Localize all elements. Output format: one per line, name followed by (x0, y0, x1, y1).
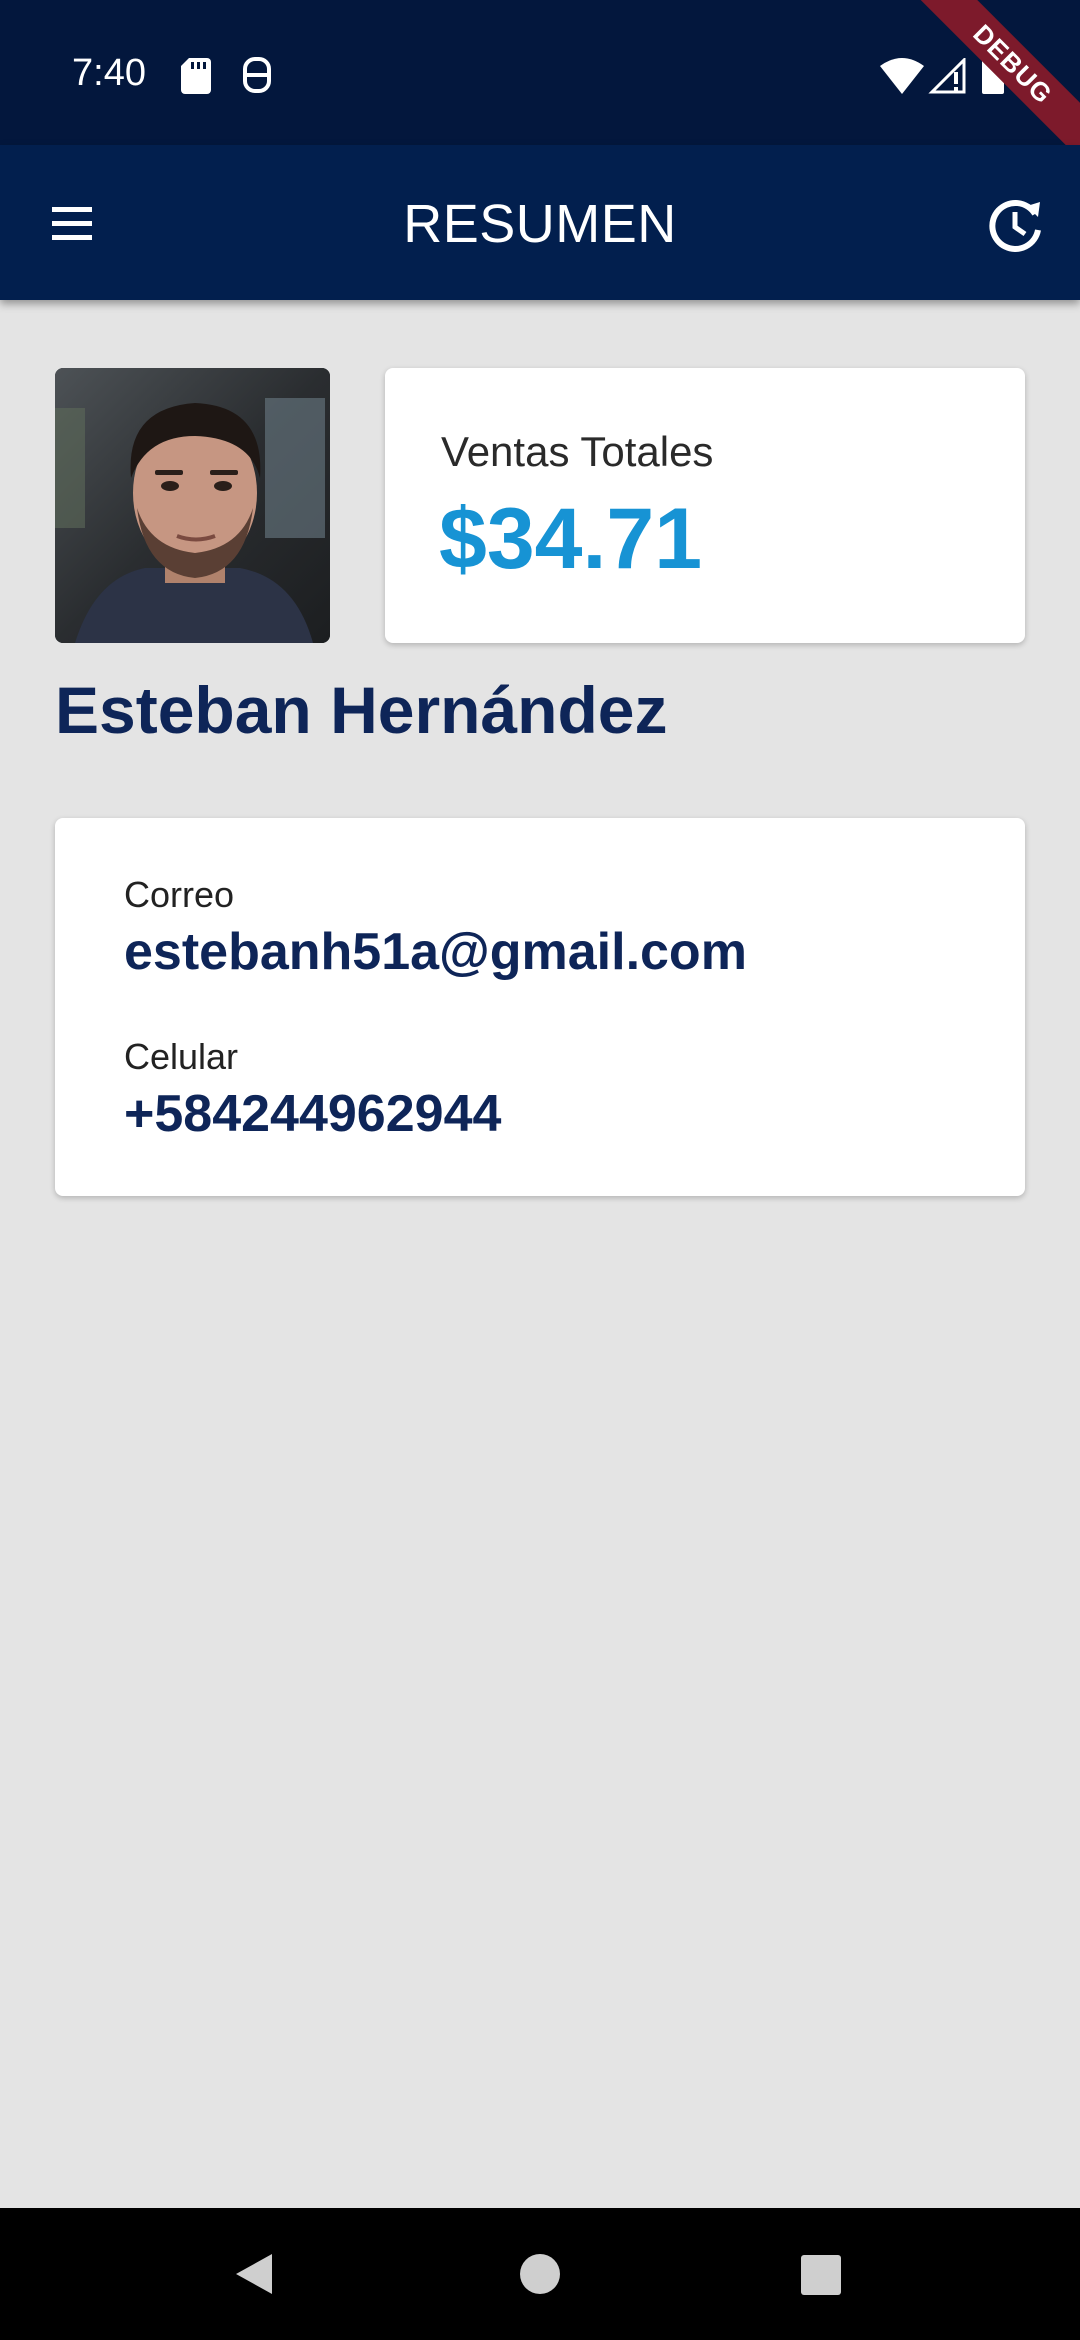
app-bar: RESUMEN (0, 145, 1080, 300)
email-label: Correo (124, 874, 235, 915)
page-title: RESUMEN (403, 194, 677, 254)
phone-label: Celular (124, 1036, 239, 1077)
back-icon[interactable] (232, 2250, 276, 2298)
contact-info-card: Correo estebanh51a@gmail.com Celular +58… (55, 818, 1025, 1196)
phone-value: +584244962944 (124, 1085, 502, 1143)
user-name: Esteban Hernández (55, 673, 668, 747)
total-sales-label: Ventas Totales (441, 428, 714, 475)
battery-icon (982, 54, 1004, 94)
wifi-icon (880, 58, 924, 94)
recents-icon[interactable] (800, 2254, 842, 2296)
status-time: 7:40 (72, 52, 146, 94)
sd-card-icon (181, 58, 211, 94)
email-value: estebanh51a@gmail.com (124, 923, 747, 981)
system-nav-bar (0, 2208, 1080, 2340)
history-icon (989, 199, 1041, 252)
history-button[interactable] (980, 190, 1050, 260)
avatar (55, 368, 330, 643)
signal-icon (928, 58, 966, 94)
shield-icon (243, 57, 271, 93)
profile-photo (55, 368, 330, 643)
total-sales-value: $34.71 (439, 491, 703, 587)
total-sales-card: Ventas Totales $34.71 (385, 368, 1025, 643)
status-bar: 7:40 DEBUG (0, 0, 1080, 167)
home-icon[interactable] (518, 2252, 562, 2296)
